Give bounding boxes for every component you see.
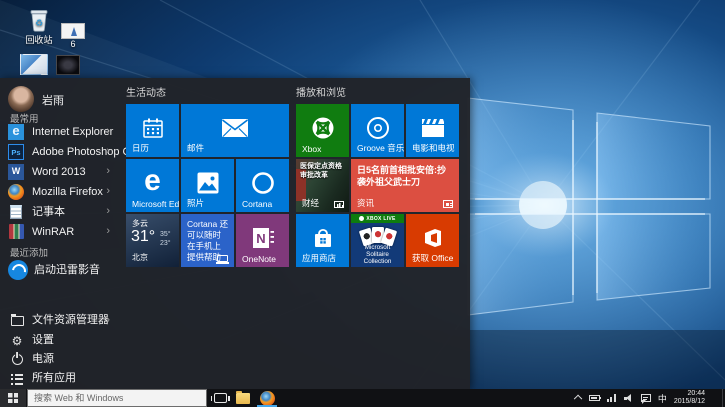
chart-icon (334, 201, 344, 208)
photoshop-icon (8, 144, 24, 160)
tile-cortana[interactable]: Cortana (236, 159, 289, 212)
tile-weather[interactable]: 多云 31° 35° 23° 北京 (126, 214, 179, 267)
finance-headline: 医保定点资格审批改革 (300, 163, 342, 179)
xunlei-player-icon (8, 260, 28, 280)
xbox-icon (312, 117, 333, 139)
desktop-icon-dark-thumbnail[interactable] (56, 55, 80, 75)
firefox-taskbar-button[interactable] (257, 389, 277, 407)
onenote-icon: N (252, 227, 274, 248)
tile-news[interactable]: 日5名前首相批安倍:抄袭外祖父武士刀 资讯 (351, 159, 459, 212)
firefox-icon (259, 390, 275, 406)
clock-date: 2015/8/12 (673, 398, 705, 405)
gear-icon: ⚙ (11, 334, 23, 348)
laptop-icon (216, 255, 229, 264)
menu-item-all-apps[interactable]: 所有应用 (0, 369, 118, 388)
menu-item-internet-explorer[interactable]: Internet Explorer (0, 122, 118, 142)
calendar-icon (142, 118, 163, 138)
menu-item-xunlei-player[interactable]: 启动迅雷影音 (0, 258, 118, 282)
notepad-icon (10, 205, 22, 219)
weather-high-low: 35° 23° (160, 231, 171, 247)
start-menu: 岩雨 最常用 Internet Explorer Adobe Photoshop… (0, 78, 470, 389)
image-thumbnail-icon (61, 23, 85, 39)
menu-item-winrar[interactable]: WinRAR (0, 222, 118, 242)
windows-desktop: ♻ 回收站 6 岩雨 最常用 Internet Explorer Adobe P… (0, 0, 725, 407)
weather-temperature: 31° (131, 228, 156, 245)
desktop-icon-label: 6 (70, 39, 76, 49)
system-tray: 中 20:44 2015/8/12 (574, 389, 705, 407)
clock-time: 20:44 (687, 390, 705, 397)
movies-tv-icon (421, 118, 444, 137)
weather-city: 北京 (132, 253, 148, 262)
recycle-bin-icon: ♻ (30, 10, 48, 32)
tile-mail[interactable]: 邮件 (181, 104, 289, 157)
xbox-live-icon (359, 216, 365, 221)
menu-item-notepad[interactable]: 记事本 (0, 202, 118, 222)
search-input[interactable] (27, 389, 207, 407)
battery-icon[interactable] (588, 395, 602, 401)
tile-onenote[interactable]: N OneNote (236, 214, 289, 267)
office-icon (424, 228, 441, 247)
group-title-play: 播放和浏览 (296, 88, 346, 99)
action-center-icon[interactable] (640, 394, 651, 404)
svg-text:N: N (256, 231, 265, 246)
all-apps-icon (11, 373, 23, 385)
svg-text:♻: ♻ (35, 18, 43, 28)
user-avatar[interactable] (8, 86, 34, 112)
menu-item-power[interactable]: 电源 (0, 350, 118, 369)
groove-music-icon (366, 116, 389, 139)
tile-finance[interactable]: 医保定点资格审批改革 财经 (296, 159, 349, 212)
start-button[interactable] (0, 389, 26, 407)
show-hidden-icons-chevron[interactable] (574, 394, 583, 403)
clock[interactable]: 20:44 2015/8/12 (674, 390, 705, 406)
file-explorer-icon (10, 313, 24, 326)
tile-photos[interactable]: 照片 (181, 159, 234, 212)
desktop-icon-image-6[interactable]: 6 (50, 11, 96, 49)
start-menu-left-column: 岩雨 最常用 Internet Explorer Adobe Photoshop… (0, 78, 140, 389)
menu-item-settings[interactable]: ⚙ 设置 (0, 331, 118, 350)
tile-edge[interactable]: Microsoft Edge (126, 159, 179, 212)
menu-item-photoshop[interactable]: Adobe Photoshop C... (0, 142, 140, 162)
xbox-live-banner: XBOX LIVE (351, 214, 404, 223)
task-view-button[interactable] (210, 389, 230, 407)
network-icon[interactable] (606, 394, 617, 402)
winrar-icon (8, 224, 24, 239)
tile-solitaire[interactable]: XBOX LIVE Microsoft Solitaire Collection (351, 214, 404, 267)
menu-item-word[interactable]: Word 2013 (0, 162, 118, 182)
folder-icon (236, 390, 250, 404)
firefox-icon (8, 184, 24, 200)
ime-indicator[interactable]: 中 (658, 392, 667, 405)
group-title-life: 生活动态 (126, 88, 166, 99)
tile-movies-tv[interactable]: 电影和电视 (406, 104, 459, 157)
mail-icon (222, 118, 248, 137)
file-explorer-button[interactable] (233, 389, 253, 407)
edge-icon (144, 164, 161, 198)
user-name[interactable]: 岩雨 (42, 92, 64, 108)
tile-groove[interactable]: Groove 音乐 (351, 104, 404, 157)
tile-calendar[interactable]: 日历 (126, 104, 179, 157)
tile-store[interactable]: 应用商店 (296, 214, 349, 267)
cortana-icon (251, 172, 274, 194)
menu-item-file-explorer[interactable]: 文件资源管理器 (0, 311, 118, 330)
tile-cortana-tip[interactable]: Cortana 还可以随时在手机上提供帮助 (181, 214, 234, 267)
solitaire-label: Microsoft Solitaire Collection (363, 244, 392, 265)
news-headline: 日5名前首相批安倍:抄袭外祖父武士刀 (357, 165, 447, 187)
tile-xbox[interactable]: Xbox (296, 104, 349, 157)
recently-added-header: 最近添加 (10, 248, 49, 259)
internet-explorer-icon (8, 123, 24, 140)
desktop-icon-photo-thumbnail[interactable] (20, 54, 48, 75)
menu-item-firefox[interactable]: Mozilla Firefox (0, 182, 118, 202)
taskbar: 中 20:44 2015/8/12 (0, 389, 725, 407)
windows-logo-icon (8, 393, 18, 403)
tile-get-office[interactable]: 获取 Office (406, 214, 459, 267)
newspaper-icon (443, 200, 453, 208)
volume-icon[interactable] (623, 393, 634, 403)
store-icon (314, 228, 331, 247)
word-icon (8, 164, 24, 180)
task-view-icon (210, 393, 230, 403)
power-icon (11, 354, 23, 365)
photos-icon (197, 172, 218, 194)
